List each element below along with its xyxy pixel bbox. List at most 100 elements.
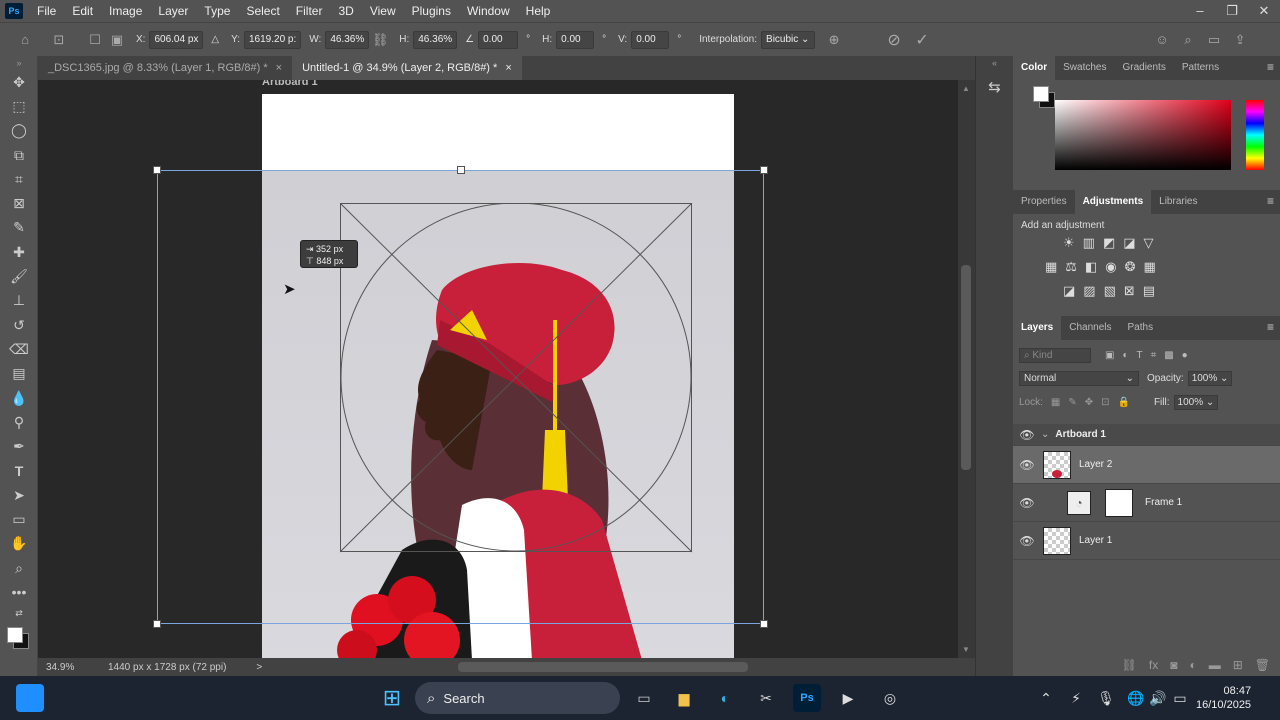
visibility-eye-icon[interactable]: 👁	[1013, 458, 1041, 472]
brush-tool-icon[interactable]: 🖌	[0, 264, 38, 288]
home-icon[interactable]: ⌂	[14, 29, 36, 51]
clone-stamp-tool-icon[interactable]: ⊥	[0, 289, 38, 313]
link-icon[interactable]: ⛓	[369, 29, 391, 51]
selective-color-icon[interactable]: ⊠	[1124, 283, 1135, 299]
tab-color[interactable]: Color	[1013, 56, 1056, 80]
tab-channels[interactable]: Channels	[1061, 316, 1119, 340]
status-menu-arrow[interactable]: >	[256, 662, 262, 673]
pen-tool-icon[interactable]: ✒	[0, 434, 38, 458]
close-window-button[interactable]: ✕	[1248, 0, 1280, 22]
black-white-icon[interactable]: ◧	[1085, 259, 1097, 275]
visibility-eye-icon[interactable]: 👁	[1013, 534, 1041, 548]
foreground-color-swatch[interactable]	[7, 626, 23, 643]
hand-tool-icon[interactable]: ✋	[0, 532, 38, 556]
panel-menu-icon[interactable]: ≡	[1267, 320, 1274, 334]
vertical-scrollbar[interactable]: ▲ ▼	[958, 80, 975, 658]
warp-icon[interactable]: ⊕	[823, 29, 845, 51]
canvas-area[interactable]: Artboard 1 ⇥ 352 px ⊤ 848 px ➤	[38, 80, 958, 658]
reference-point-grid-icon[interactable]: ▣	[106, 29, 128, 51]
channel-mixer-icon[interactable]: ❂	[1125, 259, 1136, 275]
levels-icon[interactable]: ▥	[1083, 235, 1095, 251]
interpolation-select[interactable]: Bicubic ⌄	[761, 30, 816, 49]
tab-libraries[interactable]: Libraries	[1151, 190, 1205, 214]
width-field[interactable]: 46.36%	[325, 30, 370, 49]
transform-bounding-box[interactable]	[153, 166, 768, 628]
add-mask-icon[interactable]: ◙	[1170, 658, 1177, 672]
menu-select[interactable]: Select	[238, 0, 287, 22]
blur-tool-icon[interactable]: 💧	[0, 386, 38, 410]
scroll-down-icon[interactable]: ▼	[962, 645, 970, 654]
scroll-up-icon[interactable]: ▲	[962, 84, 970, 93]
color-lookup-icon[interactable]: ▦	[1144, 259, 1156, 275]
tab-properties[interactable]: Properties	[1013, 190, 1075, 214]
layer-kind-filter[interactable]: ⌕ Kind	[1019, 347, 1091, 363]
transform-handle-top-right[interactable]	[760, 166, 768, 174]
layer-row-frame-1[interactable]: 👁 ◔ Frame 1	[1013, 484, 1280, 522]
transform-handle-bottom-left[interactable]	[153, 620, 161, 628]
menu-plugins[interactable]: Plugins	[404, 0, 459, 22]
collapse-dock-icon[interactable]: «	[976, 58, 1013, 68]
menu-file[interactable]: File	[29, 0, 64, 22]
panel-menu-icon[interactable]: ≡	[1267, 194, 1274, 208]
commit-transform-icon[interactable]: ✓	[911, 29, 933, 51]
exposure-icon[interactable]: ◪	[1123, 235, 1135, 251]
workspace-icon[interactable]: ▭	[1203, 29, 1225, 51]
horizontal-scroll-thumb[interactable]	[458, 662, 748, 672]
delete-layer-icon[interactable]: 🗑	[1255, 658, 1270, 672]
curves-icon[interactable]: ◩	[1103, 235, 1115, 251]
start-menu-icon[interactable]: ⊞	[378, 684, 406, 712]
vertical-scroll-thumb[interactable]	[961, 265, 971, 470]
menu-3d[interactable]: 3D	[330, 0, 361, 22]
new-group-icon[interactable]: ▬	[1209, 658, 1221, 672]
edit-toolbar-icon[interactable]: •••	[0, 580, 38, 604]
object-selection-tool-icon[interactable]: ⧉	[0, 143, 38, 167]
color-balance-icon[interactable]: ⚖	[1065, 259, 1077, 275]
visibility-eye-icon[interactable]: 👁	[1013, 428, 1041, 442]
hue-saturation-icon[interactable]: ▦	[1045, 259, 1057, 275]
posterize-icon[interactable]: ▨	[1083, 283, 1095, 299]
menu-view[interactable]: View	[362, 0, 404, 22]
photoshop-taskbar-icon[interactable]: Ps	[793, 684, 821, 712]
lock-icons[interactable]: ▦✎✥⊡🔒	[1051, 397, 1138, 408]
height-field[interactable]: 46.36%	[413, 30, 458, 49]
transform-handle-top-left[interactable]	[153, 166, 161, 174]
move-tool-icon[interactable]: ✥	[0, 70, 38, 94]
blend-mode-select[interactable]: Normal ⌄	[1019, 370, 1139, 386]
marquee-tool-icon[interactable]: ⬚	[0, 94, 38, 118]
visibility-eye-icon[interactable]: 👁	[1013, 496, 1041, 510]
menu-filter[interactable]: Filter	[288, 0, 331, 22]
transform-handle-bottom-right[interactable]	[760, 620, 768, 628]
tab-adjustments[interactable]: Adjustments	[1074, 190, 1152, 214]
delta-icon[interactable]: △	[211, 34, 219, 45]
chevron-down-icon[interactable]: ⌄	[1041, 429, 1049, 440]
tab-untitled-1[interactable]: Untitled-1 @ 34.9% (Layer 2, RGB/8#) * ×	[292, 56, 522, 80]
opacity-field[interactable]: 100% ⌄	[1187, 370, 1233, 386]
path-selection-tool-icon[interactable]: ➤	[0, 483, 38, 507]
reference-point-toggle-icon[interactable]: ☐	[84, 29, 106, 51]
recorder-app-icon[interactable]: ◎	[876, 684, 904, 712]
snipping-tool-icon[interactable]: ✂	[752, 684, 780, 712]
search-icon[interactable]: ⌕	[1177, 29, 1199, 51]
vskew-field[interactable]: 0.00	[631, 30, 670, 49]
swap-colors-icon[interactable]: ⇄	[0, 605, 38, 623]
dodge-tool-icon[interactable]: ⚲	[0, 410, 38, 434]
layer-filter-icons[interactable]: ▣◐T⌗▩●	[1105, 350, 1196, 361]
menu-window[interactable]: Window	[459, 0, 518, 22]
layer-row-layer-2[interactable]: 👁 Layer 2	[1013, 446, 1280, 484]
share-user-icon[interactable]: ☺	[1151, 29, 1173, 51]
media-player-icon[interactable]: ▶	[834, 684, 862, 712]
collapse-toolbar-icon[interactable]: »	[0, 56, 38, 70]
menu-type[interactable]: Type	[196, 0, 238, 22]
color-swatches[interactable]	[0, 623, 38, 653]
minimize-button[interactable]: –	[1184, 0, 1216, 22]
lasso-tool-icon[interactable]: ◯	[0, 119, 38, 143]
foreground-color-swatch[interactable]	[1033, 86, 1049, 102]
tab-gradients[interactable]: Gradients	[1114, 56, 1173, 80]
vibrance-icon[interactable]: ▽	[1144, 235, 1154, 251]
taskbar-search[interactable]: ⌕ Search	[415, 682, 620, 714]
share-icon[interactable]: ⇪	[1229, 29, 1251, 51]
crop-tool-icon[interactable]: ⌗	[0, 167, 38, 191]
brightness-icon[interactable]: ☀	[1063, 235, 1075, 251]
color-field[interactable]	[1055, 100, 1231, 170]
tab-layers[interactable]: Layers	[1013, 316, 1062, 340]
